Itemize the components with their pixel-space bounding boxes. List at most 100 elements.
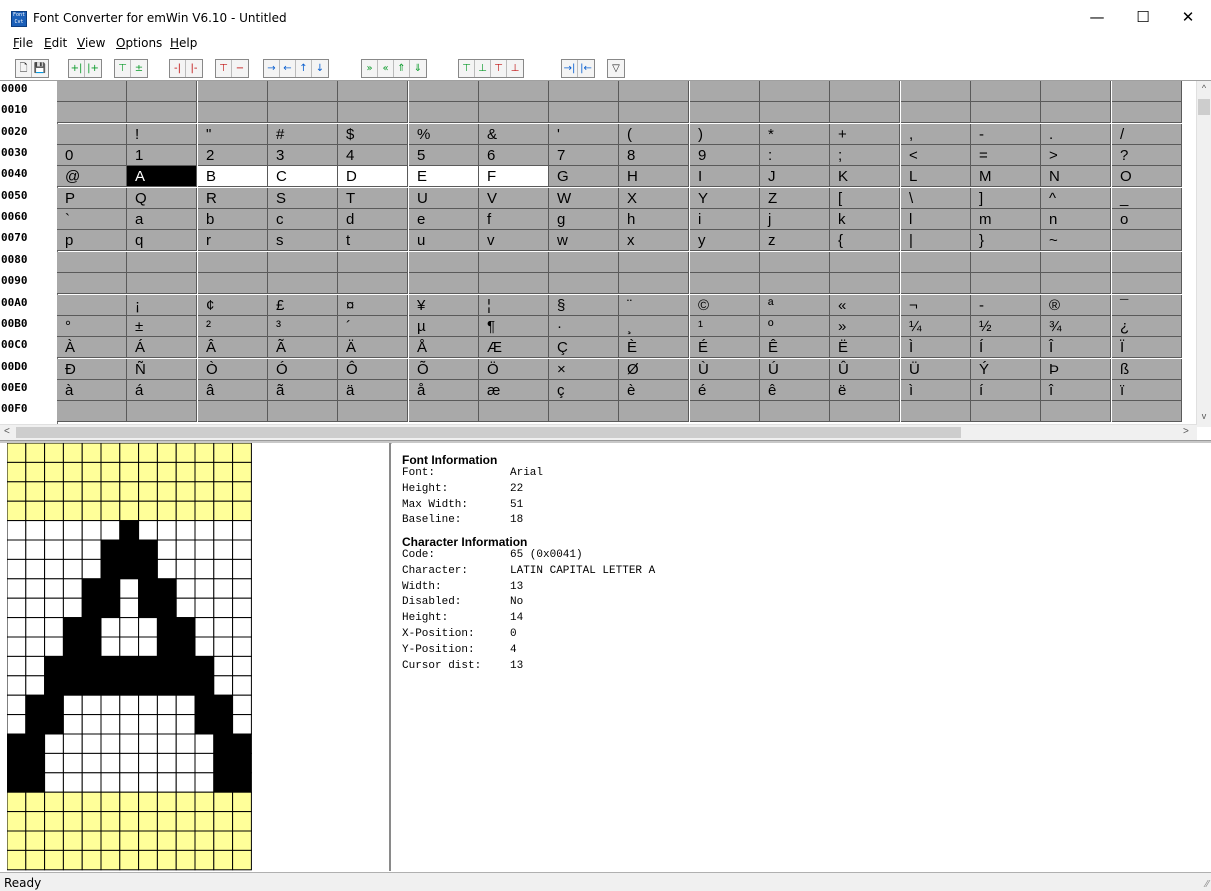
char-cell[interactable]: ± xyxy=(127,316,197,337)
char-cell[interactable]: Á xyxy=(127,337,197,358)
char-cell[interactable] xyxy=(971,252,1041,273)
char-cell[interactable]: Ö xyxy=(479,359,549,380)
pixel-on[interactable] xyxy=(100,597,121,619)
pixel-off[interactable] xyxy=(7,461,27,483)
char-cell[interactable]: Ø xyxy=(619,359,689,380)
pixel-off[interactable] xyxy=(138,500,158,522)
char-cell[interactable]: ¬ xyxy=(901,295,971,316)
char-cell[interactable]: Ó xyxy=(268,359,338,380)
pixel-off[interactable] xyxy=(100,636,121,657)
char-cell[interactable] xyxy=(198,401,268,422)
char-cell[interactable] xyxy=(1112,273,1182,294)
pixel-off[interactable] xyxy=(156,830,177,851)
char-cell[interactable] xyxy=(1041,102,1111,123)
pixel-on[interactable] xyxy=(213,752,234,774)
pixel-off[interactable] xyxy=(119,830,140,851)
char-cell[interactable]: G xyxy=(549,166,619,187)
char-cell[interactable]: _ xyxy=(1112,188,1182,209)
minimize-button[interactable]: — xyxy=(1074,0,1120,34)
pixel-off[interactable] xyxy=(81,443,102,463)
pixel-off[interactable] xyxy=(25,811,46,832)
char-cell[interactable] xyxy=(619,81,689,102)
char-cell[interactable]: M xyxy=(971,166,1041,187)
char-cell[interactable]: ¢ xyxy=(198,295,268,316)
char-cell[interactable] xyxy=(198,102,268,123)
char-cell[interactable]: © xyxy=(690,295,760,316)
pixel-off[interactable] xyxy=(25,597,46,619)
pixel-off[interactable] xyxy=(213,558,234,580)
char-cell[interactable] xyxy=(690,401,760,422)
char-cell[interactable]: 2 xyxy=(198,145,268,166)
pixel-off[interactable] xyxy=(7,811,27,832)
char-cell[interactable]: Ù xyxy=(690,359,760,380)
pixel-off[interactable] xyxy=(232,791,252,813)
save-icon[interactable]: 💾 xyxy=(32,60,48,77)
pixel-off[interactable] xyxy=(194,520,215,541)
char-cell[interactable]: S xyxy=(268,188,338,209)
align-right-icon[interactable]: →| xyxy=(562,60,578,77)
char-cell[interactable] xyxy=(57,102,127,123)
scroll-up-icon[interactable]: ^ xyxy=(1197,83,1211,93)
shift-right-icon[interactable]: » xyxy=(362,60,378,77)
char-cell[interactable] xyxy=(57,273,127,294)
char-cell[interactable]: ¸ xyxy=(619,316,689,337)
pixel-off[interactable] xyxy=(62,578,83,599)
scroll-down-icon[interactable]: v xyxy=(1197,411,1211,421)
char-cell[interactable] xyxy=(971,81,1041,102)
char-cell[interactable] xyxy=(409,401,479,422)
char-cell[interactable]: ß xyxy=(1112,359,1182,380)
char-cell[interactable]: ç xyxy=(549,380,619,401)
char-cell[interactable] xyxy=(549,81,619,102)
char-cell[interactable]: Ò xyxy=(198,359,268,380)
char-cell[interactable]: e xyxy=(409,209,479,230)
pixel-off[interactable] xyxy=(175,714,196,735)
char-cell[interactable]: s xyxy=(268,230,338,251)
char-cell[interactable]: } xyxy=(971,230,1041,251)
pixel-on[interactable] xyxy=(156,597,177,619)
menu-help[interactable]: Help xyxy=(170,36,197,50)
pixel-off[interactable] xyxy=(156,443,177,463)
pixel-on[interactable] xyxy=(100,655,121,677)
pixel-off[interactable] xyxy=(138,830,158,851)
char-cell[interactable]: Ê xyxy=(760,337,830,358)
char-cell[interactable]: W xyxy=(549,188,619,209)
char-cell[interactable] xyxy=(127,273,197,294)
char-cell[interactable]: µ xyxy=(409,316,479,337)
char-cell[interactable] xyxy=(971,273,1041,294)
char-cell[interactable]: b xyxy=(198,209,268,230)
char-cell[interactable]: Î xyxy=(1041,337,1111,358)
pixel-off[interactable] xyxy=(119,811,140,832)
pixel-on[interactable] xyxy=(156,655,177,677)
char-cell[interactable]: Å xyxy=(409,337,479,358)
pixel-off[interactable] xyxy=(156,694,177,716)
pixel-off[interactable] xyxy=(194,558,215,580)
pixel-off[interactable] xyxy=(175,443,196,463)
pixel-on[interactable] xyxy=(175,675,196,696)
char-cell[interactable]: Ü xyxy=(901,359,971,380)
char-cell[interactable]: < xyxy=(901,145,971,166)
pixel-off[interactable] xyxy=(44,772,64,793)
char-cell[interactable]: , xyxy=(901,124,971,145)
pixel-off[interactable] xyxy=(119,481,140,502)
char-cell[interactable]: ³ xyxy=(268,316,338,337)
pixel-off[interactable] xyxy=(175,558,196,580)
pixel-off[interactable] xyxy=(119,752,140,774)
pixel-off[interactable] xyxy=(138,849,158,871)
pixel-off[interactable] xyxy=(44,461,64,483)
pixel-off[interactable] xyxy=(194,752,215,774)
pixel-off[interactable] xyxy=(62,733,83,754)
pixel-on[interactable] xyxy=(25,752,46,774)
char-cell[interactable]: t xyxy=(338,230,408,251)
pixel-on[interactable] xyxy=(138,578,158,599)
pixel-off[interactable] xyxy=(138,791,158,813)
char-cell[interactable]: ; xyxy=(830,145,900,166)
pixel-off[interactable] xyxy=(100,481,121,502)
scroll-left-icon[interactable]: < xyxy=(4,426,10,437)
pixel-off[interactable] xyxy=(7,849,27,871)
char-cell[interactable] xyxy=(901,273,971,294)
char-cell[interactable]: % xyxy=(409,124,479,145)
char-cell[interactable]: Þ xyxy=(1041,359,1111,380)
pixel-off[interactable] xyxy=(7,520,27,541)
pixel-off[interactable] xyxy=(232,655,252,677)
pixel-off[interactable] xyxy=(138,617,158,638)
